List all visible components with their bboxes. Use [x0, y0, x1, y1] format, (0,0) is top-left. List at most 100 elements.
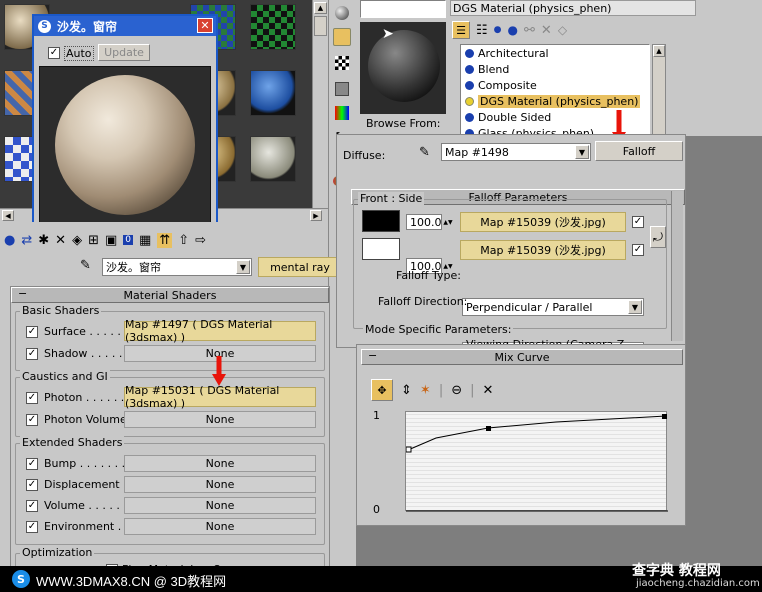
insert-point-icon[interactable]: ✶ — [420, 383, 431, 398]
large-icons-icon[interactable]: ● — [508, 23, 518, 37]
scroll-thumb[interactable] — [314, 16, 327, 36]
separator: | — [470, 382, 475, 398]
map-name-field[interactable]: Map #1498 ▼ — [441, 143, 591, 161]
scroll-left-button[interactable]: ◀ — [2, 210, 14, 221]
surface-map-button[interactable]: Map #1497 ( DGS Material (3dsmax) ) — [124, 318, 316, 344]
scroll-up-button[interactable]: ▲ — [314, 2, 327, 14]
cursor-icon: ➤ — [382, 26, 394, 42]
chevron-down-icon[interactable]: ▼ — [575, 145, 589, 159]
curve-point[interactable] — [662, 414, 667, 419]
move-point-icon[interactable]: ✥ — [371, 379, 393, 401]
browser-search-field[interactable] — [360, 0, 446, 18]
curve-point[interactable] — [405, 446, 412, 453]
slots-scrollbar[interactable]: ▲ — [312, 0, 328, 208]
surface-checkbox[interactable]: ✓ — [26, 326, 38, 338]
map2-checkbox[interactable]: ✓ — [632, 244, 644, 256]
falloff-panel: Diffuse: ✎ Map #1498 ▼ Falloff − Falloff… — [336, 134, 686, 364]
make-unique-icon[interactable]: ⊞ — [88, 233, 99, 248]
reset-curve-icon[interactable]: ✕ — [483, 383, 494, 398]
list-item[interactable]: Composite — [465, 79, 537, 92]
put-to-library-icon[interactable]: ▣ — [105, 233, 117, 248]
small-icons-icon[interactable]: ● — [494, 25, 502, 35]
pick-material-icon[interactable]: ✎ — [80, 258, 91, 273]
photon-label: Photon . . . . . . — [44, 391, 125, 404]
map-type-button[interactable]: Falloff — [595, 141, 683, 161]
pick-icon[interactable]: ✎ — [419, 145, 430, 160]
tiling-icon[interactable] — [335, 82, 349, 96]
displacement-checkbox[interactable]: ✓ — [26, 479, 38, 491]
volume-map-button[interactable]: None — [124, 497, 316, 514]
material-name-field[interactable]: 沙发。窗帘 ▼ — [102, 258, 252, 276]
bump-map-button[interactable]: None — [124, 455, 316, 472]
delete-point-icon[interactable]: ⊖ — [451, 383, 462, 398]
color-swatch-white[interactable] — [362, 238, 400, 260]
displacement-map-button[interactable]: None — [124, 476, 316, 493]
view-list-icons-icon[interactable]: ☷ — [476, 23, 488, 38]
material-shaders-header[interactable]: − Material Shaders — [11, 287, 329, 303]
photon-checkbox[interactable]: ✓ — [26, 392, 38, 404]
swap-colors-icon[interactable]: ⤾ — [650, 226, 666, 248]
list-item[interactable]: Double Sided — [465, 111, 551, 124]
curve-graph[interactable] — [405, 411, 668, 512]
reset-icon[interactable]: ✕ — [55, 233, 66, 248]
list-item-selected[interactable]: DGS Material (physics_phen) — [465, 95, 641, 108]
collapse-icon[interactable]: − — [18, 287, 27, 300]
bump-checkbox[interactable]: ✓ — [26, 458, 38, 470]
photon-map-button[interactable]: Map #15031 ( DGS Material (3dsmax) ) — [124, 384, 316, 410]
update-scene-icon[interactable]: ⚯ — [524, 23, 535, 38]
video-color-icon[interactable] — [335, 106, 349, 120]
shadow-checkbox[interactable]: ✓ — [26, 348, 38, 360]
falloff-type-dropdown[interactable]: Perpendicular / Parallel ▼ — [462, 298, 644, 316]
curve-point[interactable] — [486, 426, 491, 431]
environment-checkbox[interactable]: ✓ — [26, 521, 38, 533]
close-icon[interactable]: ✕ — [197, 18, 213, 33]
background-icon[interactable] — [335, 56, 349, 70]
material-id-icon[interactable]: 0 — [123, 235, 133, 245]
photon-volume-map-button[interactable]: None — [124, 411, 316, 428]
sample-slot[interactable] — [250, 136, 296, 182]
scroll-up-button[interactable]: ▲ — [653, 45, 665, 57]
backlight-icon[interactable] — [333, 28, 351, 46]
color-swatch-black[interactable] — [362, 210, 400, 232]
copy-material-icon[interactable]: ◈ — [72, 233, 82, 248]
popup-titlebar[interactable]: S 沙发。窗帘 ✕ — [34, 16, 216, 36]
collapse-icon[interactable]: − — [368, 349, 377, 362]
chevron-down-icon[interactable]: ▼ — [628, 300, 642, 314]
material-type-button[interactable]: mental ray — [258, 257, 342, 277]
assign-material-icon[interactable]: ✱ — [38, 233, 49, 248]
environment-map-button[interactable]: None — [124, 518, 316, 535]
amount1-spinner[interactable]: 100.0 ▲▼ — [406, 214, 453, 230]
show-end-result-icon[interactable]: ⇈ — [157, 232, 173, 248]
shadow-label: Shadow . . . . . — [44, 347, 123, 360]
spinner-arrows-icon[interactable]: ▲▼ — [443, 215, 453, 229]
material-editor-panel: ● ⇄ ✱ ✕ ◈ ⊞ ▣ 0 ▦ ⇈ ⇧ ⇨ ✎ 沙发。窗帘 ▼ mental… — [0, 222, 342, 583]
put-to-scene-icon[interactable]: ⇄ — [21, 233, 32, 248]
photon-volume-checkbox[interactable]: ✓ — [26, 414, 38, 426]
show-map-icon[interactable]: ▦ — [139, 233, 151, 248]
map1-button[interactable]: Map #15039 (沙发.jpg) — [460, 212, 626, 232]
falloff-scrollbar[interactable] — [671, 191, 683, 341]
scale-point-icon[interactable]: ⇕ — [401, 383, 412, 398]
sample-type-icon[interactable] — [335, 6, 349, 20]
delete-icon[interactable]: ✕ — [541, 23, 552, 38]
go-to-parent-icon[interactable]: ⇧ — [178, 233, 189, 248]
footer-bar: S WWW.3DMAX8.CN @ 3D教程网 查字典 教程网 jiaochen… — [0, 563, 762, 592]
go-forward-icon[interactable]: ⇨ — [195, 233, 206, 248]
mix-curve-header[interactable]: − Mix Curve — [361, 349, 683, 365]
get-material-icon[interactable]: ● — [4, 233, 15, 248]
volume-checkbox[interactable]: ✓ — [26, 500, 38, 512]
sample-slot[interactable] — [250, 4, 296, 50]
clear-icon[interactable]: ◇ — [558, 23, 567, 37]
scroll-right-button[interactable]: ▶ — [310, 210, 322, 221]
sample-slot[interactable] — [250, 70, 296, 116]
chevron-down-icon[interactable]: ▼ — [236, 260, 250, 274]
environment-label: Environment . . . — [44, 520, 136, 533]
browser-scrollbar[interactable]: ▲ — [652, 44, 666, 136]
map1-checkbox[interactable]: ✓ — [632, 216, 644, 228]
auto-checkbox[interactable]: ✓ — [48, 47, 60, 59]
list-item[interactable]: Blend — [465, 63, 509, 76]
list-item[interactable]: Architectural — [465, 47, 549, 60]
map2-button[interactable]: Map #15039 (沙发.jpg) — [460, 240, 626, 260]
view-list-icon[interactable]: ☰ — [452, 21, 470, 39]
update-button[interactable]: Update — [98, 44, 150, 61]
